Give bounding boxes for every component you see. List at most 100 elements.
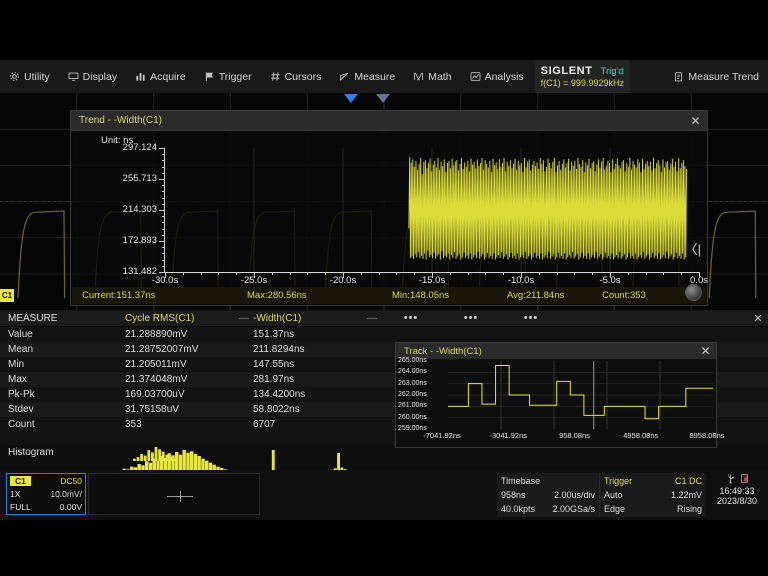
track-x-tick-0: -7041.92ns (412, 431, 472, 440)
measure-row-label: Stdev (0, 404, 125, 415)
trend-xtick-mark (290, 272, 291, 275)
trend-xtick-mark (663, 272, 664, 275)
measure-cell: 169.03700uV (125, 389, 253, 400)
measure-column-label-0: Cycle RMS(C1) (125, 313, 194, 324)
toolbar-item-analysis[interactable]: Analysis (461, 60, 533, 93)
toolbar-label-analysis: Analysis (485, 71, 524, 83)
trend-xtick-mark (699, 272, 700, 278)
trend-xtick-mark (201, 272, 202, 275)
measure-collapse-icon-1[interactable]: — (367, 313, 377, 324)
trend-stat-avg: Avg:211.84ns (507, 290, 564, 301)
timebase-scale: 2.00us/div (554, 490, 595, 500)
measure-row: Value21.288890mV151.37ns (0, 327, 768, 342)
trend-xtick-mark (183, 272, 184, 275)
track-plot-area[interactable] (448, 361, 713, 429)
toolbar-item-display[interactable]: Display (59, 60, 126, 93)
channel-marker-c1[interactable]: C1 (0, 289, 14, 302)
trend-xtick-mark (485, 272, 486, 275)
trigger-slope: Rising (677, 504, 702, 514)
timebase-box[interactable]: Timebase 958ns 2.00us/div 40.0kpts 2.00G… (497, 473, 600, 517)
trigger-box[interactable]: Trigger C1 DC Auto 1.22mV Edge Rising (600, 473, 706, 517)
trend-xtick-mark (236, 272, 237, 275)
track-y-tick-5: 260.00ns (398, 414, 427, 421)
toolbar-label-trigger: Trigger (219, 71, 252, 83)
trend-y-tick-1: 255.713 (97, 173, 157, 184)
channel-info-box[interactable]: C1 DC50 1X 10.0mV/ FULL 0.00V (6, 473, 86, 515)
measure-icon (339, 71, 350, 82)
toolbar-item-trigger[interactable]: Trigger (195, 60, 261, 93)
trend-xtick-mark (681, 272, 682, 275)
trend-xtick-mark (521, 272, 522, 278)
timebase-sample-rate: 2.00GSa/s (552, 504, 595, 514)
measure-more-icon-0[interactable]: ••• (381, 312, 441, 324)
measure-row-label: Value (0, 329, 125, 340)
toolbar-item-cursors[interactable]: Cursors (261, 60, 331, 93)
trigger-position-marker[interactable] (344, 94, 358, 103)
timebase-delay: 958ns (501, 490, 526, 500)
trend-close-icon[interactable]: ✕ (686, 112, 705, 129)
brand-logo: SIGLENT (541, 65, 593, 77)
hash-icon (270, 71, 281, 82)
toolbar-item-measure-trend[interactable]: Measure Trend (664, 60, 768, 93)
letterbox-bottom (0, 520, 768, 576)
trend-xtick-mark (557, 272, 558, 275)
toolbar-label-measure-trend: Measure Trend (688, 71, 759, 83)
trigger-level: 1.22mV (671, 490, 702, 500)
measure-cell: 21.205011mV (125, 359, 253, 370)
measure-row-label: Count (0, 419, 125, 430)
measure-cell: 21.374048mV (125, 374, 253, 385)
measure-column-header-0[interactable]: Cycle RMS(C1) — (125, 313, 253, 324)
track-waveform (448, 361, 713, 429)
measure-row-label: Min (0, 359, 125, 370)
trigger-mode: Auto (604, 490, 623, 500)
trend-xtick-mark (610, 272, 611, 278)
measure-column-label-1: -Width(C1) (253, 313, 301, 324)
toolbar-item-utility[interactable]: Utility (0, 60, 59, 93)
trend-xtick-mark (574, 272, 575, 275)
trend-xtick-mark (646, 272, 647, 275)
letterbox-top (0, 0, 768, 60)
track-y-tick-4: 261.00ns (398, 402, 427, 409)
toolbar-item-measure[interactable]: Measure (330, 60, 404, 93)
track-close-icon[interactable]: ✕ (696, 343, 715, 360)
trend-xtick-mark (379, 272, 380, 275)
toolbar-label-math: Math (428, 71, 451, 83)
measure-cell: 147.55ns (253, 359, 381, 370)
track-x-tick-3: 4958.08ns (611, 431, 671, 440)
measure-cell: 281.97ns (253, 374, 381, 385)
channel-preview-pane[interactable] (88, 473, 260, 515)
clock-date: 2023/8/30 (710, 496, 764, 506)
trend-plot-area[interactable] (165, 148, 699, 272)
measure-column-header-1[interactable]: -Width(C1) — (253, 313, 381, 324)
measure-more-icon-1[interactable]: ••• (441, 312, 501, 324)
trend-xtick-mark (272, 272, 273, 275)
trigger-source: C1 DC (675, 476, 702, 486)
trigger-delay-marker[interactable] (376, 94, 390, 103)
trend-status-bar: Current:151.37ns Max:280.56ns Min:148.05… (72, 287, 706, 304)
measure-row-label: Mean (0, 344, 125, 355)
measure-cell: 58.8022ns (253, 404, 381, 415)
clock-time: 16:49:33 (710, 486, 764, 496)
measure-cell: 134.4200ns (253, 389, 381, 400)
trend-xtick-mark (307, 272, 308, 275)
trend-stat-count: Count:353 (602, 290, 646, 301)
trend-y-tick-2: 214.303 (97, 204, 157, 215)
crosshair-icon (167, 491, 193, 501)
toolbar-item-math[interactable]: Math (404, 60, 460, 93)
measure-cell: 21.28752007mV (125, 344, 253, 355)
trend-xtick-mark (432, 272, 433, 278)
measure-header-row: MEASURE Cycle RMS(C1) — -Width(C1) — •••… (0, 310, 768, 327)
track-x-tick-2: 958.08ns (545, 431, 605, 440)
trend-scroll-handle[interactable]: 〈| (685, 239, 701, 258)
trend-xtick-mark (450, 272, 451, 275)
toolbar-label-cursors: Cursors (285, 71, 322, 83)
measure-more-icon-2[interactable]: ••• (501, 312, 561, 324)
toolbar-item-acquire[interactable]: Acquire (126, 60, 195, 93)
bottom-status-bar: C1 DC50 1X 10.0mV/ FULL 0.00V Timebase 9… (0, 470, 768, 520)
gear-icon (9, 71, 20, 82)
trend-xtick-mark (325, 272, 326, 275)
measure-collapse-icon-0[interactable]: — (239, 313, 249, 324)
scroll-knob[interactable] (685, 284, 702, 301)
trend-y-tick-0: 297.124 (97, 142, 157, 153)
measure-close-icon[interactable]: ✕ (750, 311, 766, 325)
